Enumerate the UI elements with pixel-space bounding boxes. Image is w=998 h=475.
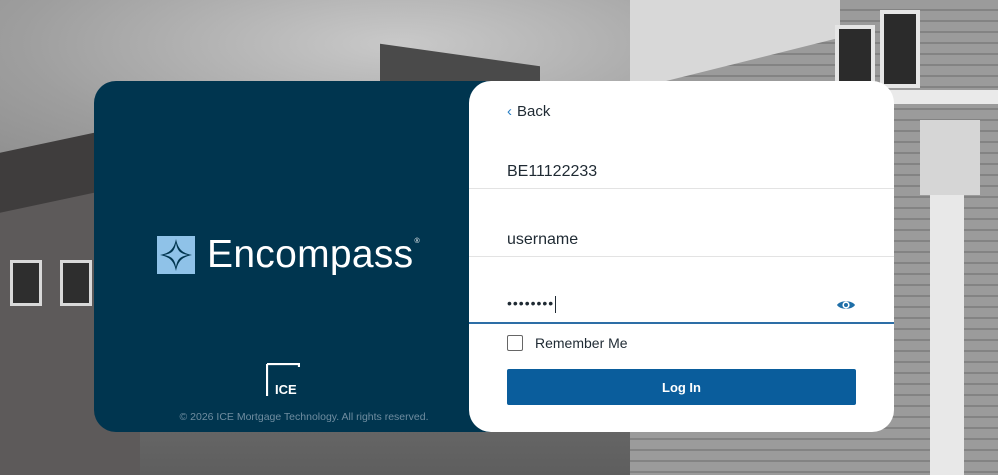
remember-me-label: Remember Me (535, 335, 628, 351)
password-field[interactable]: •••••••• (469, 279, 894, 324)
field-underline-active (469, 322, 894, 324)
username-field[interactable]: username (469, 213, 894, 257)
branding-panel: Encompass ® ICE © 2026 ICE Mortgage Tech… (94, 81, 514, 432)
login-button[interactable]: Log In (507, 369, 856, 405)
back-link[interactable]: ‹ Back (507, 103, 550, 120)
brand-name: Encompass (207, 233, 414, 276)
copyright-text: © 2026 ICE Mortgage Technology. All righ… (179, 411, 429, 423)
back-label: Back (517, 103, 551, 120)
field-divider (469, 188, 894, 189)
chevron-left-icon: ‹ (507, 103, 512, 120)
client-id-value[interactable]: BE11122233 (507, 163, 597, 181)
password-mask: •••••••• (507, 295, 555, 311)
ice-logo: ICE (266, 363, 300, 397)
svg-text:ICE: ICE (275, 382, 297, 397)
password-value[interactable]: •••••••• (507, 295, 557, 313)
username-value[interactable]: username (507, 231, 578, 249)
eye-icon[interactable] (836, 298, 856, 312)
encompass-logo: Encompass ® (157, 233, 420, 277)
login-panel: ‹ Back BE11122233 username •••••••• Reme… (469, 81, 894, 432)
remember-me-option[interactable]: Remember Me (507, 335, 628, 351)
encompass-star-icon (157, 236, 195, 274)
text-caret (555, 295, 557, 313)
field-divider (469, 256, 894, 257)
client-id-field[interactable]: BE11122233 (469, 145, 894, 189)
remember-me-checkbox[interactable] (507, 335, 523, 351)
registered-mark: ® (414, 237, 420, 245)
